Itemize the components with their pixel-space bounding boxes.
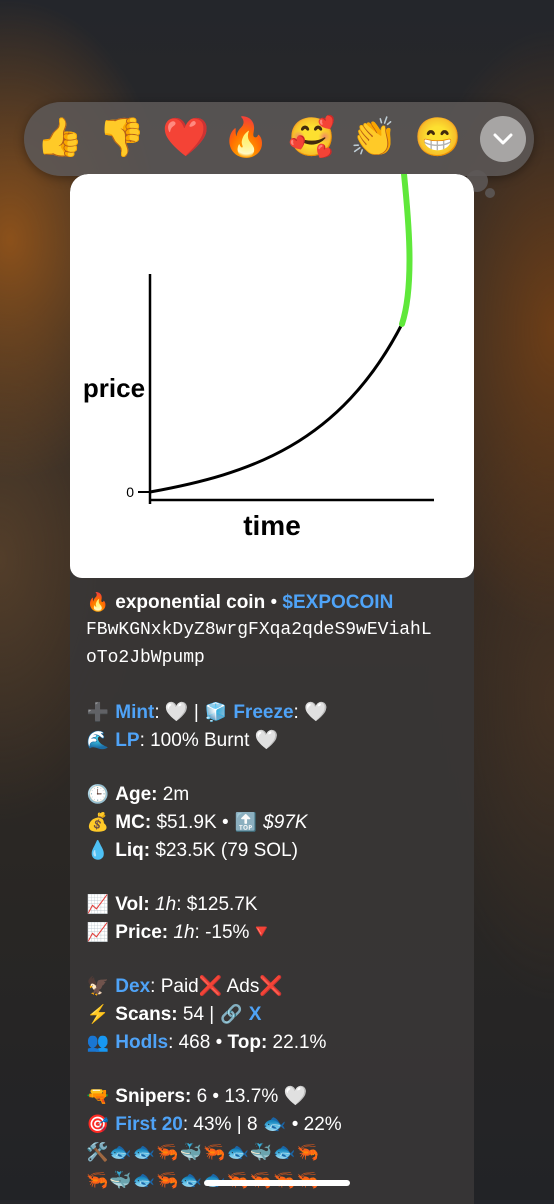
liq-value: $23.5K (79 SOL)	[150, 840, 298, 861]
age-label: Age:	[115, 784, 158, 805]
ads-value: Ads	[222, 976, 260, 997]
zero-label: 0	[126, 484, 134, 500]
liq-line: 💧 Liq: $23.5K (79 SOL)	[86, 836, 298, 864]
cross-icon: ❌	[259, 976, 284, 997]
scans-line: ⚡ Scans: 54 | 🔗 X	[86, 1000, 262, 1028]
vol-label: Vol:	[115, 894, 150, 915]
money-bag-icon: 💰	[86, 812, 110, 832]
dex-line: 🦅 Dex: Paid❌ Ads❌	[86, 972, 283, 1000]
clock-icon: 🕒	[86, 784, 110, 804]
mc-line: 💰 MC: $51.9K • 🔝 $97K	[86, 808, 308, 836]
chart-up-icon: 📈	[86, 894, 110, 914]
mc-label: MC:	[115, 812, 152, 833]
price-value: : -15%	[194, 922, 250, 943]
mint-value: : 🤍 |	[154, 702, 205, 723]
target-icon: 🎯	[86, 1114, 110, 1134]
coin-name: exponential coin	[115, 592, 266, 613]
people-icon: 👥	[86, 1032, 110, 1052]
reaction-thumbs-up-icon[interactable]: 👍	[36, 114, 84, 162]
vol-value: : $125.7K	[176, 894, 258, 915]
ice-cube-icon: 🧊	[204, 702, 228, 722]
snipers-label: Snipers:	[115, 1086, 192, 1107]
price-curve	[149, 323, 404, 494]
x-link[interactable]: X	[249, 1004, 262, 1025]
meme-image[interactable]: price time 0	[70, 174, 474, 578]
reaction-bubble-tail-small	[485, 188, 495, 198]
price-label: Price:	[115, 922, 169, 943]
lp-link[interactable]: LP	[115, 730, 139, 751]
ath-value: $97K	[263, 812, 308, 833]
x-axis-label: time	[243, 510, 301, 541]
scans-label: Scans:	[115, 1004, 178, 1025]
first20-line: 🎯 First 20: 43% | 8 🐟 • 22%	[86, 1110, 342, 1138]
dex-value: : Paid	[150, 976, 199, 997]
cross-icon: ❌	[198, 976, 223, 997]
reaction-clapping-icon[interactable]: 👏	[350, 114, 398, 162]
link-icon: 🔗	[220, 1004, 243, 1024]
vol-line: 📈 Vol: 1h: $125.7K	[86, 890, 258, 918]
hodls-value: : 468 •	[168, 1032, 228, 1053]
mint-freeze-line: ➕ Mint: 🤍 | 🧊 Freeze: 🤍	[86, 698, 328, 726]
reaction-fire-icon[interactable]: 🔥	[222, 114, 270, 162]
chart-up-icon: 📈	[86, 922, 110, 942]
freeze-link[interactable]: Freeze	[233, 702, 293, 723]
water-pistol-icon: 🔫	[86, 1086, 110, 1106]
reaction-thumbs-down-icon[interactable]: 👎	[98, 114, 146, 162]
chevron-down-icon	[493, 133, 513, 145]
title-line: 🔥 exponential coin • $EXPOCOIN	[86, 588, 394, 616]
reaction-bar: 👍 👎 ❤️ 🔥 🥰 👏 😁	[24, 102, 534, 176]
age-line: 🕒 Age: 2m	[86, 780, 189, 808]
down-triangle-icon: 🔻	[249, 922, 274, 943]
hodls-line: 👥 Hodls: 468 • Top: 22.1%	[86, 1028, 327, 1056]
lp-line: 🌊 LP: 100% Burnt 🤍	[86, 726, 279, 754]
ticker-link[interactable]: $EXPOCOIN	[282, 592, 393, 613]
top-arrow-icon: 🔝	[234, 812, 258, 832]
first20-value: : 43% | 8 🐟 • 22%	[182, 1114, 342, 1135]
separator: •	[265, 592, 283, 613]
lp-value: : 100% Burnt 🤍	[139, 730, 279, 751]
reaction-red-heart-icon[interactable]: ❤️	[162, 114, 210, 162]
lightning-icon: ⚡	[86, 1004, 110, 1024]
snipers-value: 6 • 13.7% 🤍	[191, 1086, 308, 1107]
top-label: Top:	[227, 1032, 268, 1053]
snipers-line: 🔫 Snipers: 6 • 13.7% 🤍	[86, 1082, 307, 1110]
reaction-grinning-icon[interactable]: 😁	[414, 114, 462, 162]
price-time-graph: price time 0	[83, 174, 434, 541]
vol-period: 1h	[155, 894, 177, 915]
mint-link[interactable]: Mint	[115, 702, 154, 723]
expand-reactions-button[interactable]	[480, 116, 526, 162]
fire-icon: 🔥	[86, 592, 110, 612]
eagle-icon: 🦅	[86, 976, 110, 996]
mc-value: $51.9K •	[151, 812, 234, 833]
y-axis-label: price	[83, 373, 145, 403]
top-value: 22.1%	[267, 1032, 327, 1053]
price-period: 1h	[173, 922, 195, 943]
freeze-value: : 🤍	[293, 702, 328, 723]
droplet-icon: 💧	[86, 840, 110, 860]
first20-link[interactable]: First 20	[115, 1114, 183, 1135]
dex-link[interactable]: Dex	[115, 976, 150, 997]
age-value: 2m	[157, 784, 190, 805]
contract-address-line-2[interactable]: oTo2JbWpump	[86, 644, 205, 672]
price-line: 📈 Price: 1h: -15%🔻	[86, 918, 273, 946]
scans-value: 54 |	[177, 1004, 220, 1025]
reaction-smiling-hearts-icon[interactable]: 🥰	[288, 114, 336, 162]
wave-icon: 🌊	[86, 730, 110, 750]
liq-label: Liq:	[115, 840, 151, 861]
holder-emoji-row-1: 🛠️🐟🐟🦐🐳🦐🐟🐳🐟🦐	[86, 1142, 321, 1162]
message-bubble: price time 0 🔥 exponential coin • $EXPOC…	[70, 174, 474, 1204]
hodls-link[interactable]: Hodls	[115, 1032, 168, 1053]
contract-address-line-1[interactable]: FBwKGNxkDyZ8wrgFXqa2qdeS9wEViahL	[86, 616, 432, 644]
green-highlight-curve	[399, 174, 413, 327]
plus-icon: ➕	[86, 702, 110, 722]
home-indicator[interactable]	[204, 1180, 350, 1186]
